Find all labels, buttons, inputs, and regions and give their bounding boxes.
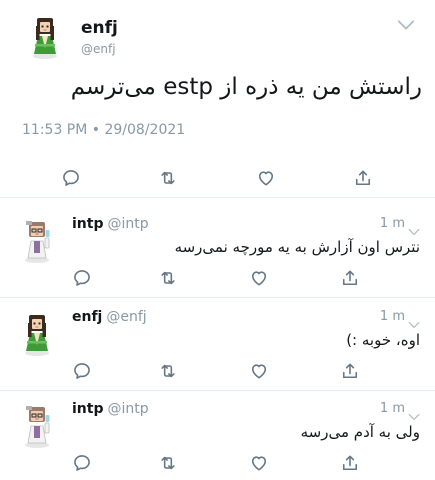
author-handle[interactable]: @enfj — [106, 309, 146, 325]
chevron-down-icon[interactable] — [408, 314, 420, 322]
reply-tweet: intp @intp 1 m نترس اون آزارش به یه مورچه… — [0, 204, 435, 298]
author-name[interactable]: intp — [72, 216, 103, 232]
chevron-down-icon[interactable] — [408, 221, 420, 229]
reply-icon[interactable] — [72, 361, 92, 381]
main-tweet: enfj @enfj راستش من یه ذره از estp می‌تر… — [0, 0, 435, 198]
like-icon[interactable] — [256, 168, 276, 188]
scientist-character-avatar-icon — [14, 403, 60, 449]
scientist-character-avatar-icon — [14, 218, 60, 264]
reply-icon[interactable] — [72, 453, 92, 473]
reply-author: intp @intp — [72, 216, 149, 232]
share-icon[interactable] — [340, 268, 360, 288]
avatar[interactable] — [14, 403, 60, 449]
share-icon[interactable] — [340, 453, 360, 473]
like-icon[interactable] — [249, 268, 269, 288]
share-icon[interactable] — [340, 361, 360, 381]
avatar[interactable] — [22, 14, 68, 60]
avatar[interactable] — [14, 311, 60, 357]
author-handle[interactable]: @intp — [107, 401, 148, 417]
retweet-icon[interactable] — [158, 168, 178, 188]
avatar[interactable] — [14, 218, 60, 264]
retweet-icon[interactable] — [158, 361, 178, 381]
reply-text: نترس اون آزارش به یه مورچه نمی‌رسه — [174, 238, 420, 256]
reply-time[interactable]: 1 m — [380, 401, 405, 416]
reply-time[interactable]: 1 m — [380, 309, 405, 324]
author-name[interactable]: intp — [72, 401, 103, 417]
tweet-text: راستش من یه ذره از estp می‌ترسم — [70, 74, 422, 100]
reply-tweet: enfj @enfj 1 m اوه، خوبه :) — [0, 297, 435, 391]
retweet-icon[interactable] — [158, 268, 178, 288]
tweet-timestamp[interactable]: 11:53 PM • 29/08/2021 — [22, 122, 185, 138]
retweet-icon[interactable] — [158, 453, 178, 473]
green-dress-character-avatar-icon — [22, 14, 68, 60]
author-handle[interactable]: @intp — [107, 216, 148, 232]
author-name[interactable]: enfj — [72, 309, 102, 325]
green-dress-character-avatar-icon — [14, 311, 60, 357]
reply-text: اوه، خوبه :) — [346, 331, 420, 349]
reply-icon[interactable] — [61, 168, 81, 188]
like-icon[interactable] — [249, 453, 269, 473]
share-icon[interactable] — [353, 168, 373, 188]
like-icon[interactable] — [249, 361, 269, 381]
reply-time[interactable]: 1 m — [380, 216, 405, 231]
reply-author: enfj @enfj — [72, 309, 147, 325]
chevron-down-icon[interactable] — [408, 406, 420, 414]
reply-tweet: intp @intp 1 m ولی به آدم می‌رسه — [0, 389, 435, 480]
reply-author: intp @intp — [72, 401, 149, 417]
author-name[interactable]: enfj — [81, 18, 118, 38]
chevron-down-icon[interactable] — [397, 16, 415, 28]
reply-icon[interactable] — [72, 268, 92, 288]
reply-text: ولی به آدم می‌رسه — [300, 423, 420, 441]
author-handle[interactable]: @enfj — [81, 42, 116, 56]
